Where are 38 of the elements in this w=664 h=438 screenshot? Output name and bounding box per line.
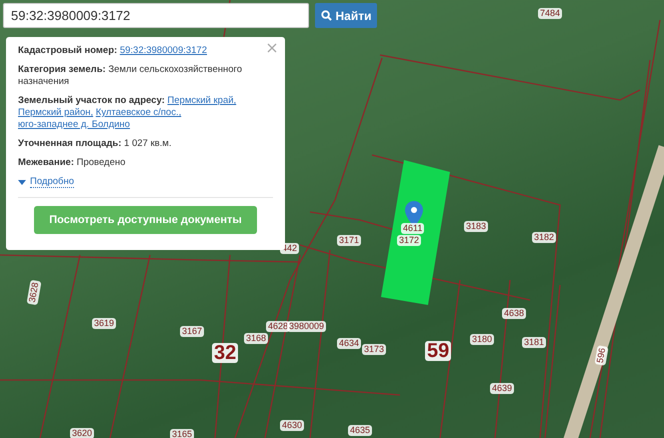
parcel-number-label: 4628 [266,321,290,332]
parcel-number-label: 3181 [522,337,546,348]
find-button[interactable]: Найти [315,3,377,28]
close-icon[interactable] [267,43,277,53]
parcel-number-label: 4634 [337,338,362,349]
parcel-number-label: 4638 [502,308,526,319]
parcel-number-label: 3980009 [287,321,326,332]
caret-down-icon [18,180,26,184]
parcel-number-label: 3171 [337,235,362,246]
address-link[interactable]: Култаевское с/пос., [96,107,182,118]
parcel-number-label: 3173 [362,344,386,355]
district-number-label: 32 [212,343,238,363]
parcel-number-label: 3165 [170,429,194,438]
details-link[interactable]: Подробно [30,176,74,188]
parcel-number-label: 3180 [470,334,494,345]
search-field[interactable]: 59:32:3980009:3172 [3,3,309,28]
parcel-number-label: 7484 [538,8,562,19]
parcel-number-label: 3167 [180,326,204,337]
parcel-info-text: Категория земель: Земли сельскохозяйственного назначения [18,64,244,88]
parcel-info-link[interactable]: 59:32:3980009:3172 [120,45,207,56]
parcel-info-text: Межевание: Проведено [18,157,126,169]
address-link[interactable]: Пермский район, [18,107,94,118]
address-link[interactable]: юго-западнее д. Болдино [18,119,130,130]
parcel-info-text: Уточненная площадь: 1 027 кв.м. [18,138,172,150]
district-number-label: 59 [425,341,452,361]
parcel-number-label: 3619 [92,318,116,329]
parcel-number-label: 3620 [70,428,94,438]
parcel-number-label: 3183 [464,221,488,232]
parcel-number-label: 3182 [532,232,556,243]
address-link[interactable]: Пермский край, [167,95,236,106]
parcel-number-label: 4635 [348,425,372,436]
parcel-number-label: 4611 [401,223,424,234]
search-icon [320,10,332,21]
parcel-number-label: 3168 [244,333,268,344]
parcel-number-label: 4639 [490,383,514,394]
parcel-info-text: Земельный участок по адресу: Пермский край, Пермский район, Култаевское с/пос., юго-западнее д. Болдино [18,95,238,131]
parcel-number-label: 4630 [280,420,304,431]
parcel-number-label: 3172 [397,235,422,246]
